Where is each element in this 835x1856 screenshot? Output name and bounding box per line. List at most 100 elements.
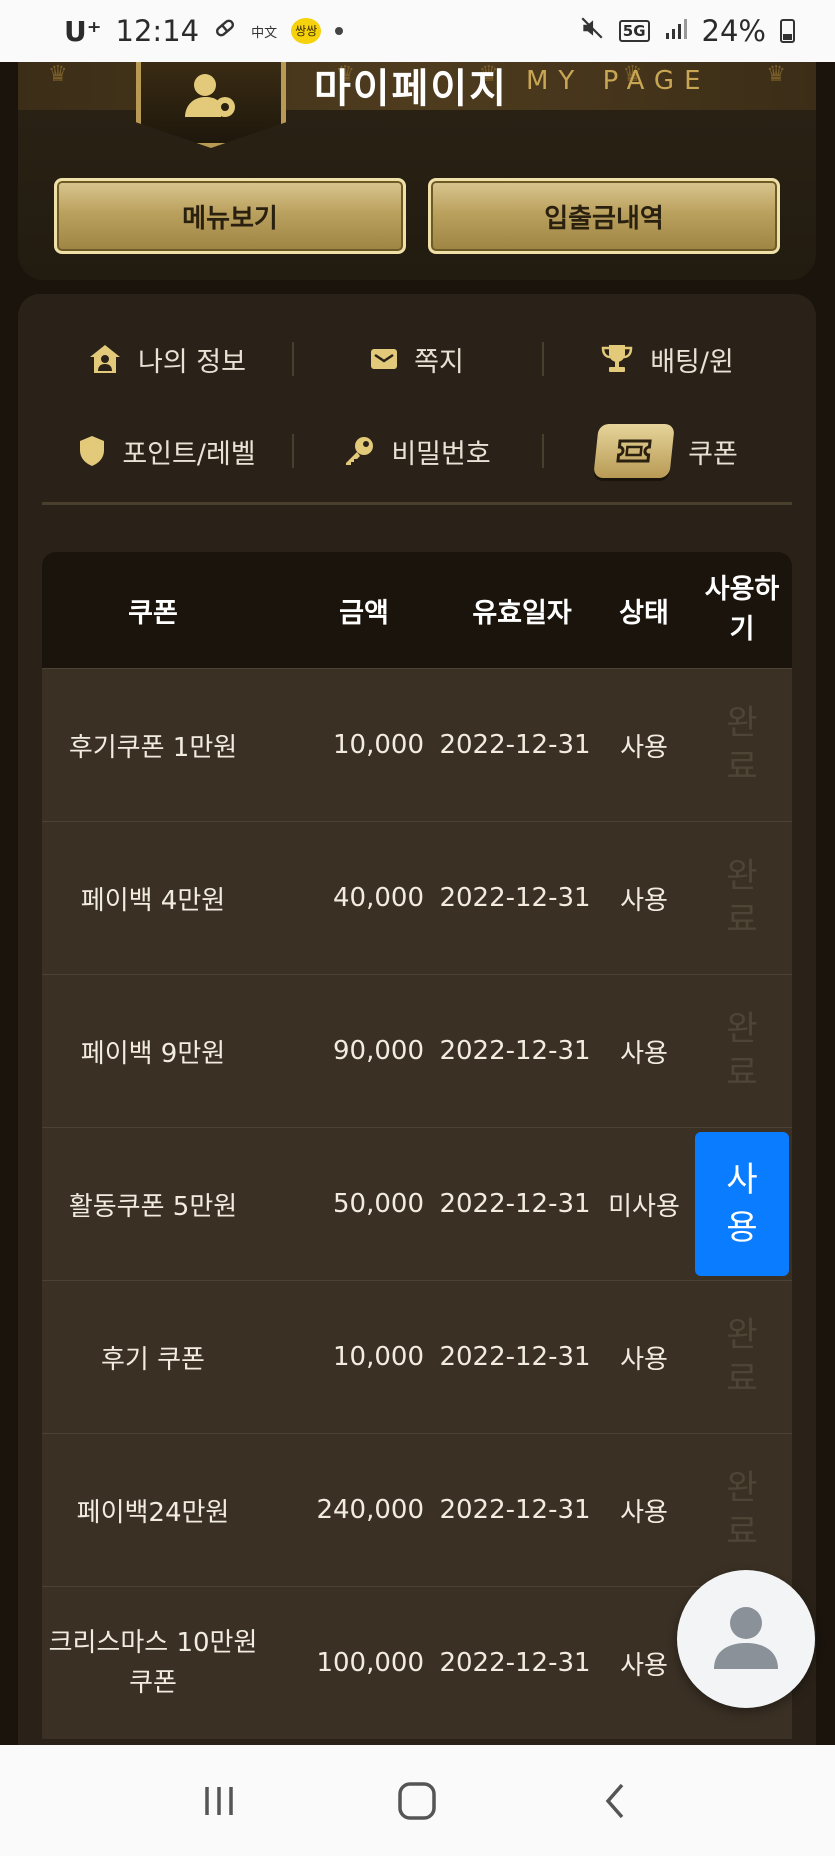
home-button[interactable] — [377, 1771, 457, 1831]
column-header-use: 사용하 기 — [692, 570, 792, 650]
kakao-icon: 쌍쌍 — [291, 18, 322, 44]
completed-line: 료 — [726, 900, 758, 940]
recent-apps-button[interactable] — [179, 1771, 259, 1831]
profile-badge — [136, 62, 286, 148]
tabs-underline — [42, 502, 792, 505]
android-nav-bar — [0, 1745, 835, 1856]
coupon-name: 활동쿠폰 5만원 — [68, 1191, 238, 1222]
completed-label: 완 료 — [692, 1007, 792, 1095]
tab-label: 쪽지 — [414, 346, 464, 378]
coupon-status: 사용 — [620, 1038, 668, 1069]
coupon-amount: 10,000 — [333, 1342, 424, 1372]
completed-line: 료 — [726, 1053, 758, 1093]
completed-line: 완 — [726, 856, 758, 896]
use-button-line: 사 — [726, 1160, 758, 1200]
recent-apps-icon — [205, 1786, 233, 1815]
signal-icon — [664, 14, 688, 48]
coupon-expiry: 2022-12-31 — [439, 1342, 591, 1372]
back-icon — [605, 1783, 624, 1818]
coupon-name-line: 크리스마스 10만원 — [48, 1628, 258, 1658]
tab-label: 나의 정보 — [138, 346, 246, 378]
coupon-status: 사용 — [620, 732, 668, 763]
tab-my-info[interactable]: 나의 정보 — [42, 314, 292, 404]
table-row: 후기 쿠폰 10,000 2022-12-31 사용 완 료 — [42, 1280, 792, 1433]
completed-line: 완 — [726, 1315, 758, 1355]
deposit-history-button[interactable]: 입출금내역 — [428, 178, 780, 254]
column-header-amount: 금액 — [339, 597, 389, 629]
status-left: U⁺ 12:14 中文 쌍쌍 — [64, 14, 344, 48]
coupon-amount: 40,000 — [333, 883, 424, 913]
column-header-use-line: 사용하 — [704, 574, 780, 605]
tab-betting-win[interactable]: 배팅/윈 — [542, 314, 792, 404]
floating-profile-button[interactable] — [677, 1570, 815, 1708]
tab-label: 배팅/윈 — [650, 346, 734, 378]
menu-button[interactable]: 메뉴보기 — [54, 178, 406, 254]
table-row: 크리스마스 10만원 쿠폰 100,000 2022-12-31 사용 완 료 — [42, 1586, 792, 1739]
coupon-status: 사용 — [620, 1344, 668, 1375]
coupon-status: 사용 — [620, 1497, 668, 1528]
home-icon — [398, 1781, 437, 1820]
coupon-name: 후기쿠폰 1만원 — [68, 732, 238, 763]
use-cell: 사 용 — [692, 1132, 792, 1276]
coupon-expiry: 2022-12-31 — [439, 1036, 591, 1066]
use-button-line: 용 — [726, 1208, 758, 1248]
user-settings-icon — [183, 71, 239, 125]
ticket-icon — [593, 424, 675, 478]
pill-icon — [213, 16, 237, 46]
person-icon — [708, 1599, 784, 1679]
tab-password[interactable]: 비밀번호 — [292, 406, 542, 496]
coupon-amount: 240,000 — [316, 1495, 424, 1525]
coupon-status: 미사용 — [608, 1191, 680, 1222]
coupon-amount: 10,000 — [333, 730, 424, 760]
home-user-icon — [88, 343, 122, 375]
tab-label: 비밀번호 — [391, 438, 491, 470]
mute-icon — [579, 14, 605, 48]
battery-icon — [780, 19, 795, 43]
coupon-name-line: 쿠폰 — [129, 1668, 177, 1698]
page-title: 마이페이지 — [314, 66, 508, 110]
completed-label: 완 료 — [692, 701, 792, 789]
column-header-status: 상태 — [619, 597, 669, 629]
completed-label: 완 료 — [692, 1466, 792, 1554]
coupon-name: 크리스마스 10만원 쿠폰 — [42, 1623, 264, 1703]
ime-icon: 中文 — [251, 25, 278, 41]
tab-label: 포인트/레벨 — [122, 438, 256, 470]
coupon-amount: 90,000 — [333, 1036, 424, 1066]
table-row: 페이백 9만원 90,000 2022-12-31 사용 완 료 — [42, 974, 792, 1127]
column-header-expiry: 유효일자 — [472, 597, 572, 629]
column-header-use-line: 기 — [729, 614, 755, 645]
trophy-icon — [600, 343, 634, 375]
envelope-icon — [370, 347, 398, 371]
completed-line: 료 — [726, 1512, 758, 1552]
key-icon — [343, 435, 375, 467]
clock: 12:14 — [115, 14, 200, 48]
tab-messages[interactable]: 쪽지 — [292, 314, 542, 404]
network-icon: 5G — [618, 20, 650, 42]
shield-icon — [78, 435, 106, 467]
battery-label: 24% — [701, 14, 766, 48]
tab-coupon[interactable]: 쿠폰 — [542, 406, 792, 496]
table-row: 후기쿠폰 1만원 10,000 2022-12-31 사용 완 료 — [42, 668, 792, 821]
crown-icon: ♛ — [766, 62, 786, 87]
coupon-expiry: 2022-12-31 — [439, 1648, 591, 1678]
coupon-name: 페이백 9만원 — [80, 1038, 226, 1069]
completed-line: 완 — [726, 1009, 758, 1049]
coupon-expiry: 2022-12-31 — [439, 730, 591, 760]
table-row: 페이백24만원 240,000 2022-12-31 사용 완 료 — [42, 1433, 792, 1586]
completed-label: 완 료 — [692, 854, 792, 942]
table-header: 쿠폰 금액 유효일자 상태 사용하 기 — [42, 552, 792, 668]
coupon-name: 페이백 4만원 — [80, 885, 226, 916]
coupon-amount: 100,000 — [316, 1648, 424, 1678]
back-button[interactable] — [576, 1771, 656, 1831]
tab-label: 쿠폰 — [688, 438, 738, 470]
coupon-status: 사용 — [620, 885, 668, 916]
page-subtitle: MY PAGE — [526, 66, 711, 96]
tab-points-level[interactable]: 포인트/레벨 — [42, 406, 292, 496]
completed-label: 완 료 — [692, 1313, 792, 1401]
status-bar: U⁺ 12:14 中文 쌍쌍 5G 24% — [0, 0, 835, 62]
completed-line: 료 — [726, 1359, 758, 1399]
use-coupon-button[interactable]: 사 용 — [695, 1132, 789, 1276]
crown-icon: ♛ — [48, 62, 68, 87]
carrier-label: U⁺ — [64, 14, 102, 48]
completed-line: 료 — [726, 747, 758, 787]
